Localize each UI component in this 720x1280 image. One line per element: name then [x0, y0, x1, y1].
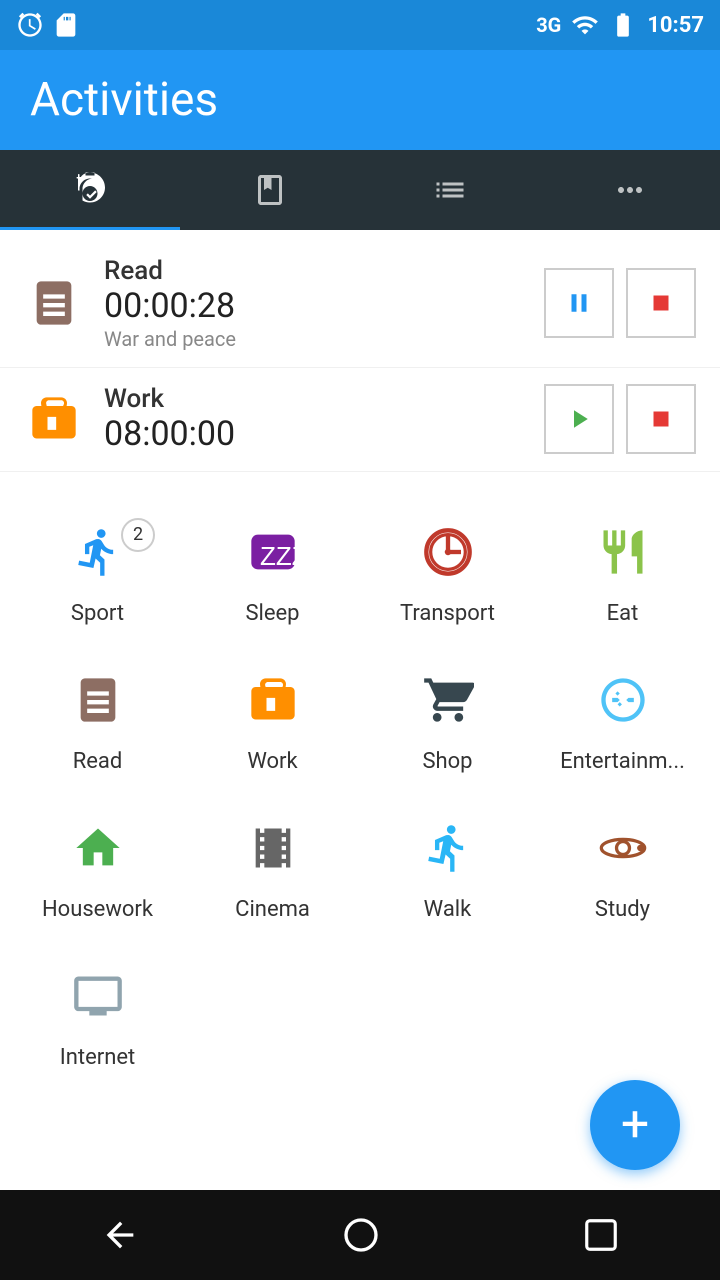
activity-shop[interactable]: Shop: [360, 650, 535, 798]
activity-sleep[interactable]: ZZZ Sleep: [185, 502, 360, 650]
shop-label: Shop: [422, 749, 472, 774]
activity-read[interactable]: Read: [10, 650, 185, 798]
read-timer-controls: [544, 268, 696, 338]
read-timer-subtitle: War and peace: [104, 327, 544, 351]
sd-card-icon: [52, 11, 80, 39]
sport-badge: 2: [121, 518, 155, 552]
activities-grid: 2 Sport ZZZ Sleep: [10, 502, 710, 1094]
activity-work[interactable]: Work: [185, 650, 360, 798]
transport-label: Transport: [400, 601, 495, 626]
sport-label: Sport: [71, 601, 124, 626]
read-icon: [72, 674, 124, 739]
walk-label: Walk: [424, 897, 472, 922]
add-activity-button[interactable]: +: [590, 1080, 680, 1170]
tab-bar: [0, 150, 720, 230]
transport-icon: [422, 526, 474, 591]
app-bar: Activities: [0, 50, 720, 150]
sleep-label: Sleep: [245, 601, 299, 626]
entertainment-icon: [597, 674, 649, 739]
sleep-icon: ZZZ: [247, 526, 299, 591]
bottom-nav: [0, 1190, 720, 1280]
read-timer-time: 00:00:28: [104, 286, 544, 327]
app-title: Activities: [30, 73, 218, 127]
study-label: Study: [595, 897, 650, 922]
work-timer-row: Work 08:00:00: [0, 368, 720, 472]
activities-section: 2 Sport ZZZ Sleep: [0, 482, 720, 1114]
alarm-icon: [16, 11, 44, 39]
work-icon: [247, 674, 299, 739]
network-label: 3G: [536, 13, 561, 37]
activity-entertainment[interactable]: Entertainm...: [535, 650, 710, 798]
tab-list[interactable]: [360, 150, 540, 230]
read-pause-button[interactable]: [544, 268, 614, 338]
activity-study[interactable]: Study: [535, 798, 710, 946]
activity-eat[interactable]: Eat: [535, 502, 710, 650]
activity-sport[interactable]: 2 Sport: [10, 502, 185, 650]
add-icon: +: [621, 1096, 649, 1154]
svg-text:ZZZ: ZZZ: [260, 541, 299, 571]
timer-icon: [72, 171, 108, 207]
work-label: Work: [247, 749, 297, 774]
more-icon: [612, 172, 648, 208]
read-label: Read: [73, 749, 123, 774]
study-icon: [597, 822, 649, 887]
read-stop-button[interactable]: [626, 268, 696, 338]
work-timer-icon: [24, 389, 84, 449]
work-play-button[interactable]: [544, 384, 614, 454]
tab-timer[interactable]: [0, 150, 180, 230]
status-left: [16, 11, 80, 39]
read-timer-row: Read 00:00:28 War and peace: [0, 240, 720, 368]
read-timer-name: Read: [104, 256, 544, 286]
housework-label: Housework: [42, 897, 153, 922]
status-bar: 3G 10:57: [0, 0, 720, 50]
tab-more[interactable]: [540, 150, 720, 230]
recent-button[interactable]: [582, 1216, 620, 1254]
sport-icon: [72, 526, 124, 591]
eat-icon: [597, 526, 649, 591]
home-button[interactable]: [341, 1215, 381, 1255]
eat-label: Eat: [607, 601, 639, 626]
cinema-icon: [247, 822, 299, 887]
read-timer-info: Read 00:00:28 War and peace: [104, 256, 544, 351]
work-timer-controls: [544, 384, 696, 454]
book-icon: [252, 172, 288, 208]
shop-icon: [422, 674, 474, 739]
housework-icon: [72, 822, 124, 887]
status-right: 3G 10:57: [536, 11, 704, 39]
battery-icon: [609, 11, 637, 39]
activity-housework[interactable]: Housework: [10, 798, 185, 946]
work-timer-time: 08:00:00: [104, 414, 544, 455]
internet-label: Internet: [60, 1045, 135, 1070]
timers-section: Read 00:00:28 War and peace: [0, 230, 720, 482]
tab-book[interactable]: [180, 150, 360, 230]
activity-internet[interactable]: Internet: [10, 946, 185, 1094]
walk-icon: [422, 822, 474, 887]
time-display: 10:57: [647, 13, 704, 38]
cinema-label: Cinema: [235, 897, 310, 922]
activity-walk[interactable]: Walk: [360, 798, 535, 946]
internet-icon: [72, 970, 124, 1035]
list-icon: [432, 172, 468, 208]
activity-transport[interactable]: Transport: [360, 502, 535, 650]
work-timer-name: Work: [104, 384, 544, 414]
work-timer-info: Work 08:00:00: [104, 384, 544, 455]
activity-cinema[interactable]: Cinema: [185, 798, 360, 946]
signal-icon: [571, 11, 599, 39]
entertainment-label: Entertainm...: [560, 749, 685, 774]
work-stop-button[interactable]: [626, 384, 696, 454]
back-button[interactable]: [100, 1215, 140, 1255]
read-timer-icon: [24, 273, 84, 333]
